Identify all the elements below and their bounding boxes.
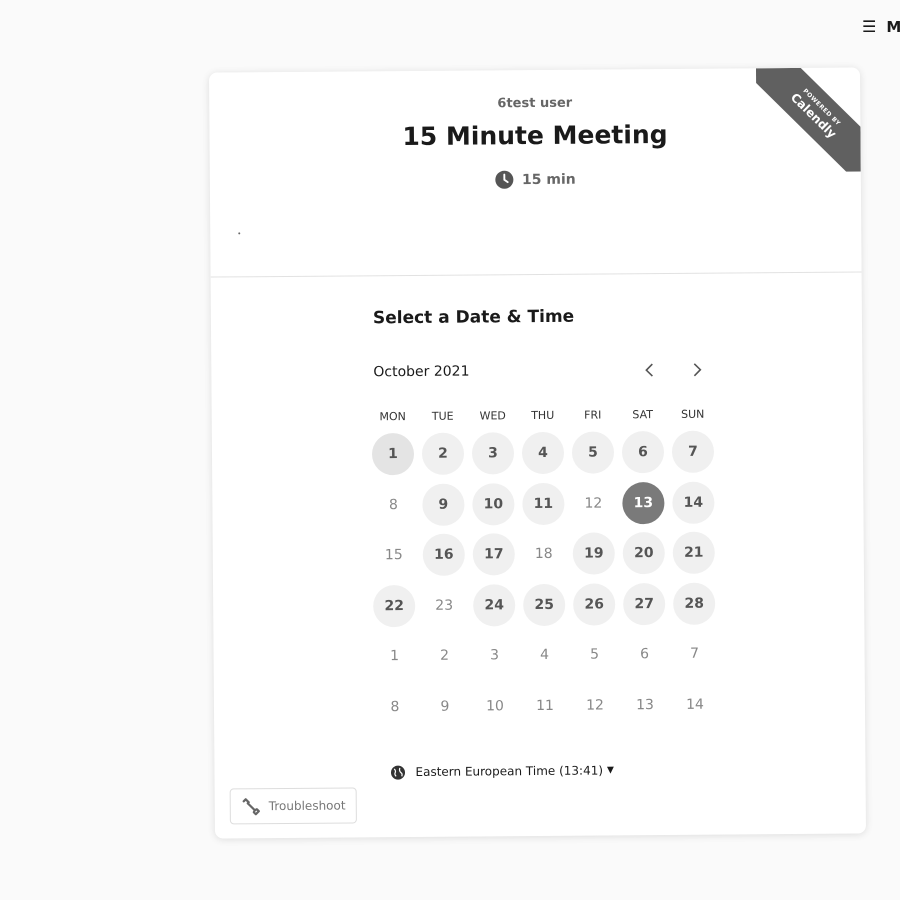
clock-icon xyxy=(495,170,514,189)
day-cell: 23 xyxy=(435,597,454,614)
day-cell: 8 xyxy=(388,496,398,513)
day-button[interactable]: 10 xyxy=(472,482,515,526)
wrench-icon xyxy=(242,798,260,816)
description-dot xyxy=(238,232,241,235)
calendar-section: Select a Date & Time October 2021 MON TUE… xyxy=(211,304,866,781)
caret-down-icon: ▼ xyxy=(606,765,614,776)
event-title: 15 Minute Meeting xyxy=(402,119,668,152)
day-cell: 12 xyxy=(584,495,603,512)
weekday-label: TUE xyxy=(431,409,454,423)
menu-label: M xyxy=(886,17,900,36)
month-label: October 2021 xyxy=(373,363,470,381)
timezone-selector[interactable]: Eastern European Time (13:41) ▼ xyxy=(390,761,865,780)
day-cell: 4 xyxy=(540,647,550,664)
prev-month-button[interactable] xyxy=(635,356,663,384)
day-cell: 7 xyxy=(690,646,700,663)
day-button[interactable]: 4 xyxy=(521,431,565,475)
month-navigation: October 2021 xyxy=(373,356,711,387)
day-cell: 5 xyxy=(590,646,600,663)
day-button-selected[interactable]: 13 xyxy=(622,481,665,524)
header-divider xyxy=(210,271,862,278)
duration-label: 15 min xyxy=(521,171,576,188)
weekday-label: FRI xyxy=(584,408,602,422)
weekday-header: MON TUE WED THU FRI SAT SUN xyxy=(368,406,863,424)
day-cell: 6 xyxy=(640,646,650,663)
globe-icon xyxy=(390,765,406,780)
day-cell: 1 xyxy=(390,648,400,665)
day-cell: 12 xyxy=(586,697,604,714)
day-button[interactable]: 2 xyxy=(421,432,465,475)
troubleshoot-label: Troubleshoot xyxy=(268,798,346,814)
day-cell: 8 xyxy=(390,699,400,716)
day-button[interactable]: 5 xyxy=(571,431,615,474)
day-button[interactable]: 24 xyxy=(473,583,516,627)
weekday-label: THU xyxy=(531,408,555,423)
day-button[interactable]: 16 xyxy=(422,533,465,577)
day-button[interactable]: 14 xyxy=(672,481,715,524)
weekday-label: SUN xyxy=(681,407,705,421)
day-cell: 2 xyxy=(440,648,450,665)
chevron-right-icon xyxy=(693,363,702,377)
day-cell: 15 xyxy=(384,547,403,564)
next-month-button[interactable] xyxy=(683,356,711,384)
booking-card: POWERED BY Calendly 6test user 15 Minute… xyxy=(209,67,866,839)
event-duration: 15 min xyxy=(210,167,861,191)
day-button[interactable]: 1 xyxy=(371,432,415,476)
day-button[interactable]: 26 xyxy=(573,583,616,626)
day-cell: 13 xyxy=(635,697,654,714)
day-cell: 3 xyxy=(490,647,500,664)
troubleshoot-button[interactable]: Troubleshoot xyxy=(229,787,357,825)
chevron-left-icon xyxy=(645,363,653,377)
timezone-label: Eastern European Time (13:41) xyxy=(415,763,604,780)
day-cell: 9 xyxy=(440,698,450,715)
day-button[interactable]: 28 xyxy=(673,582,716,625)
day-cell: 14 xyxy=(685,696,704,713)
day-cell: 10 xyxy=(486,698,504,715)
day-button[interactable]: 3 xyxy=(471,432,515,475)
day-button[interactable]: 17 xyxy=(472,533,515,576)
section-title: Select a Date & Time xyxy=(372,306,575,329)
event-owner: 6test user xyxy=(497,95,573,112)
hamburger-icon: ☰ xyxy=(862,17,877,36)
weekday-label: MON xyxy=(379,410,406,424)
day-button[interactable]: 9 xyxy=(422,483,465,526)
day-cell: 18 xyxy=(534,546,553,563)
day-button[interactable]: 21 xyxy=(672,531,715,575)
weekday-label: WED xyxy=(479,409,506,423)
calendar-grid: 1 2 3 4 5 6 7 8 9 10 11 12 13 14 15 16 17 18 19 20 21 22 23 24 2… xyxy=(368,425,865,732)
day-button[interactable]: 7 xyxy=(671,430,715,473)
day-button[interactable]: 25 xyxy=(523,583,566,626)
day-button[interactable]: 27 xyxy=(623,582,666,626)
day-button[interactable]: 11 xyxy=(522,482,565,525)
day-button[interactable]: 19 xyxy=(572,532,615,575)
weekday-label: SAT xyxy=(632,408,654,422)
day-cell: 11 xyxy=(536,697,554,714)
menu-button[interactable]: ☰ M xyxy=(862,17,900,36)
day-button[interactable]: 20 xyxy=(622,532,665,575)
day-button[interactable]: 6 xyxy=(621,431,665,474)
day-button[interactable]: 22 xyxy=(373,584,416,628)
event-header: 6test user 15 Minute Meeting 15 min xyxy=(209,67,861,250)
